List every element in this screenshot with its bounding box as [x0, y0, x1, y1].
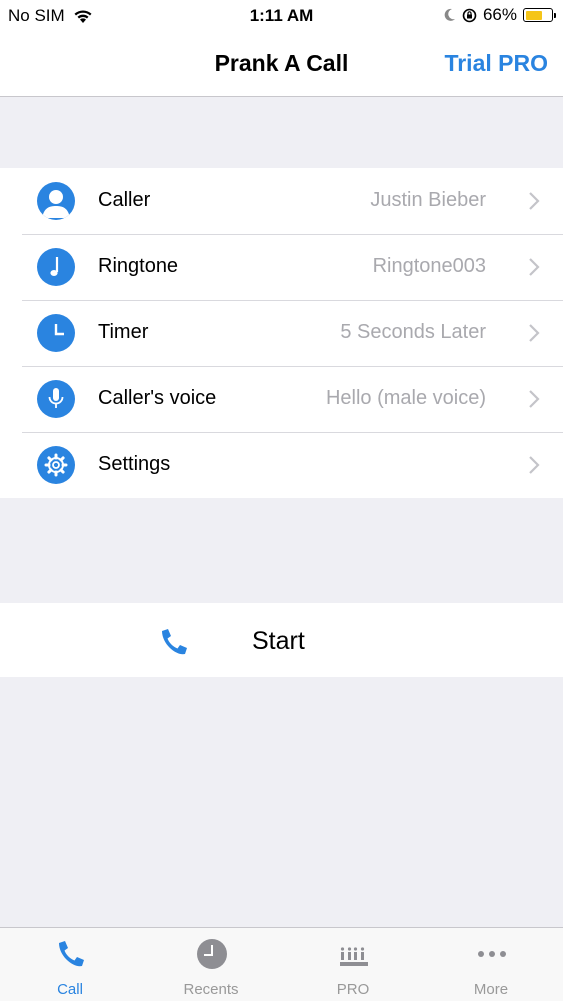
tab-label: Recents: [183, 981, 239, 998]
row-label: Timer: [98, 321, 149, 343]
clock-icon: [37, 314, 75, 352]
start-label: Start: [252, 627, 305, 655]
chevron-right-icon: [529, 258, 540, 276]
chevron-right-icon: [529, 192, 540, 210]
row-label: Caller: [98, 189, 151, 211]
row-label: Settings: [98, 453, 171, 475]
chevron-right-icon: [529, 390, 540, 408]
row-value: Justin Bieber: [370, 189, 486, 211]
row-caller[interactable]: Caller Justin Bieber: [0, 168, 563, 234]
row-value: 5 Seconds Later: [340, 321, 486, 343]
chevron-right-icon: [529, 324, 540, 342]
tab-call[interactable]: Call: [0, 928, 140, 1001]
phone-icon: [162, 629, 187, 655]
battery-icon: [523, 8, 556, 22]
music-note-icon: [37, 248, 75, 286]
microphone-icon: [37, 380, 75, 418]
nav-bar: Prank A Call Trial PRO: [0, 32, 563, 97]
tab-label: PRO: [336, 981, 370, 998]
battery-percent: 66%: [482, 5, 517, 24]
tab-recents[interactable]: Recents: [141, 928, 281, 1001]
settings-list: Caller Justin Bieber Ringtone Ringtone00…: [0, 168, 563, 498]
row-timer[interactable]: Timer 5 Seconds Later: [0, 300, 563, 366]
chevron-right-icon: [529, 456, 540, 474]
row-value: Ringtone003: [372, 255, 486, 277]
row-label: Caller's voice: [98, 387, 217, 409]
clock-icon: [197, 939, 227, 969]
moon-icon: [444, 8, 455, 21]
person-icon: [37, 182, 75, 220]
trial-pro-button[interactable]: Trial PRO: [444, 50, 548, 77]
row-settings[interactable]: Settings: [0, 432, 563, 498]
row-ringtone[interactable]: Ringtone Ringtone003: [0, 234, 563, 300]
tab-label: More: [473, 981, 509, 998]
status-bar: No SIM 1:11 AM 66%: [0, 0, 563, 32]
more-dots-icon: [478, 951, 506, 957]
row-value: Hello (male voice): [325, 387, 486, 409]
orientation-lock-icon: [462, 8, 477, 22]
tab-bar: Call Recents PRO More: [0, 927, 563, 1001]
row-callers-voice[interactable]: Caller's voice Hello (male voice): [0, 366, 563, 432]
start-button[interactable]: Start: [0, 603, 563, 677]
battery-level: [525, 10, 542, 20]
gear-icon: [37, 446, 75, 484]
row-label: Ringtone: [98, 255, 179, 277]
phone-icon: [59, 941, 84, 967]
tab-pro[interactable]: PRO: [283, 928, 423, 1001]
tab-label: Call: [57, 981, 83, 998]
crown-icon: [340, 947, 368, 966]
tab-more[interactable]: More: [421, 928, 561, 1001]
status-right: 66%: [444, 5, 556, 25]
